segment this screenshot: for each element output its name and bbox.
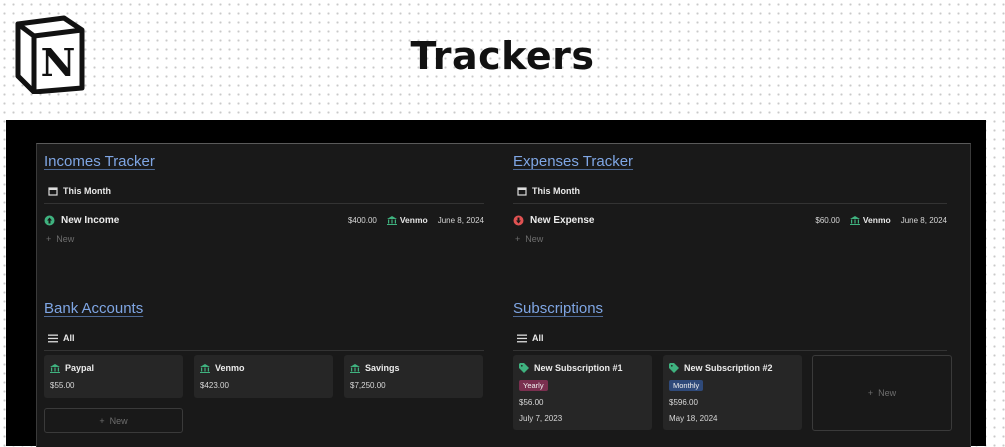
subscription-card-title: New Subscription #1: [519, 363, 623, 373]
expenses-new-button[interactable]: + New: [515, 234, 543, 244]
divider: [44, 203, 484, 204]
bank-card-balance: $7,250.00: [350, 381, 386, 390]
incomes-view-label: This Month: [63, 186, 111, 196]
calendar-icon: [517, 186, 527, 196]
bank-card-paypal[interactable]: Paypal $55.00: [44, 355, 183, 398]
frequency-badge: Monthly: [669, 380, 704, 391]
income-account: Venmo: [386, 215, 428, 225]
income-amount: $400.00: [347, 215, 377, 225]
expense-date: June 8, 2024: [900, 215, 947, 225]
bank-accounts-new-button[interactable]: + New: [44, 408, 183, 433]
subscriptions-title[interactable]: Subscriptions: [513, 300, 603, 317]
subscription-card-title: New Subscription #2: [669, 363, 773, 373]
list-icon: [517, 334, 527, 343]
plus-icon: +: [867, 388, 874, 398]
bank-icon: [849, 215, 860, 225]
subscription-card[interactable]: New Subscription #1 Yearly $56.00 July 7…: [513, 355, 652, 430]
expense-account-label: Venmo: [862, 215, 891, 225]
subscription-name: New Subscription #2: [684, 363, 773, 373]
tag-icon: [519, 363, 529, 373]
divider: [513, 203, 947, 204]
incomes-new-label: New: [56, 234, 75, 244]
calendar-icon: [48, 186, 58, 196]
plus-icon: +: [515, 234, 521, 244]
bank-icon: [200, 363, 210, 373]
divider: [513, 350, 947, 351]
incomes-view-tab[interactable]: This Month: [48, 186, 111, 196]
bank-icon: [386, 215, 397, 225]
bank-card-balance: $423.00: [200, 381, 229, 390]
frequency-badge: Yearly: [519, 380, 548, 391]
expense-account: Venmo: [849, 215, 891, 225]
income-name: New Income: [61, 214, 120, 226]
arrow-up-circle-icon: [44, 215, 55, 226]
incomes-tracker: Incomes Tracker This Month New Income $4…: [44, 153, 484, 253]
bank-accounts-new-label: New: [109, 415, 128, 426]
bank-card-name: Paypal: [65, 363, 95, 373]
subscription-card[interactable]: New Subscription #2 Monthly $596.00 May …: [663, 355, 802, 430]
table-row[interactable]: New Expense $60.00 Venmo June 8, 2024: [513, 210, 947, 230]
income-date: June 8, 2024: [437, 215, 484, 225]
plus-icon: +: [99, 415, 105, 426]
bank-card-title: Venmo: [200, 363, 245, 373]
dashboard-panel: Incomes Tracker This Month New Income $4…: [36, 143, 971, 447]
subscription-date: May 18, 2024: [669, 414, 718, 423]
expenses-view-label: This Month: [532, 186, 580, 196]
subscriptions-new-button[interactable]: + New: [812, 355, 952, 431]
tag-icon: [669, 363, 679, 373]
bank-accounts-title[interactable]: Bank Accounts: [44, 300, 143, 317]
subscription-date: July 7, 2023: [519, 414, 563, 423]
subscription-price: $596.00: [669, 398, 698, 407]
subscription-price: $56.00: [519, 398, 544, 407]
bank-card-name: Savings: [365, 363, 400, 373]
incomes-new-button[interactable]: + New: [46, 234, 74, 244]
page-title: Trackers: [410, 34, 595, 78]
list-icon: [48, 334, 58, 343]
expenses-title[interactable]: Expenses Tracker: [513, 153, 633, 170]
bank-accounts-view-tab[interactable]: All: [48, 333, 75, 343]
bank-card-title: Savings: [350, 363, 400, 373]
arrow-down-circle-icon: [513, 215, 524, 226]
subscriptions-new-label: New: [878, 388, 897, 398]
bank-accounts: Bank Accounts All Paypal $55.00 Venmo $4…: [44, 300, 484, 440]
expenses-tracker: Expenses Tracker This Month New Expense …: [513, 153, 947, 253]
bank-card-balance: $55.00: [50, 381, 75, 390]
app-frame: Incomes Tracker This Month New Income $4…: [6, 120, 986, 447]
table-row[interactable]: New Income $400.00 Venmo June 8, 2024: [44, 210, 484, 230]
bank-card-savings[interactable]: Savings $7,250.00: [344, 355, 483, 398]
bank-icon: [350, 363, 360, 373]
income-account-label: Venmo: [399, 215, 428, 225]
subscriptions-view-label: All: [532, 333, 544, 343]
expenses-new-label: New: [525, 234, 544, 244]
bank-accounts-view-label: All: [63, 333, 75, 343]
subscription-name: New Subscription #1: [534, 363, 623, 373]
bank-card-venmo[interactable]: Venmo $423.00: [194, 355, 333, 398]
expense-meta: $60.00 Venmo June 8, 2024: [815, 210, 947, 230]
bank-icon: [50, 363, 60, 373]
expense-amount: $60.00: [815, 215, 840, 225]
plus-icon: +: [46, 234, 52, 244]
bank-card-title: Paypal: [50, 363, 94, 373]
incomes-title[interactable]: Incomes Tracker: [44, 153, 155, 170]
bank-card-name: Venmo: [215, 363, 245, 373]
divider: [44, 350, 484, 351]
income-meta: $400.00 Venmo June 8, 2024: [348, 210, 484, 230]
subscriptions-view-tab[interactable]: All: [517, 333, 544, 343]
expense-name: New Expense: [530, 214, 595, 226]
expenses-view-tab[interactable]: This Month: [517, 186, 580, 196]
subscriptions: Subscriptions All New Subscription #1 Ye…: [513, 300, 953, 440]
